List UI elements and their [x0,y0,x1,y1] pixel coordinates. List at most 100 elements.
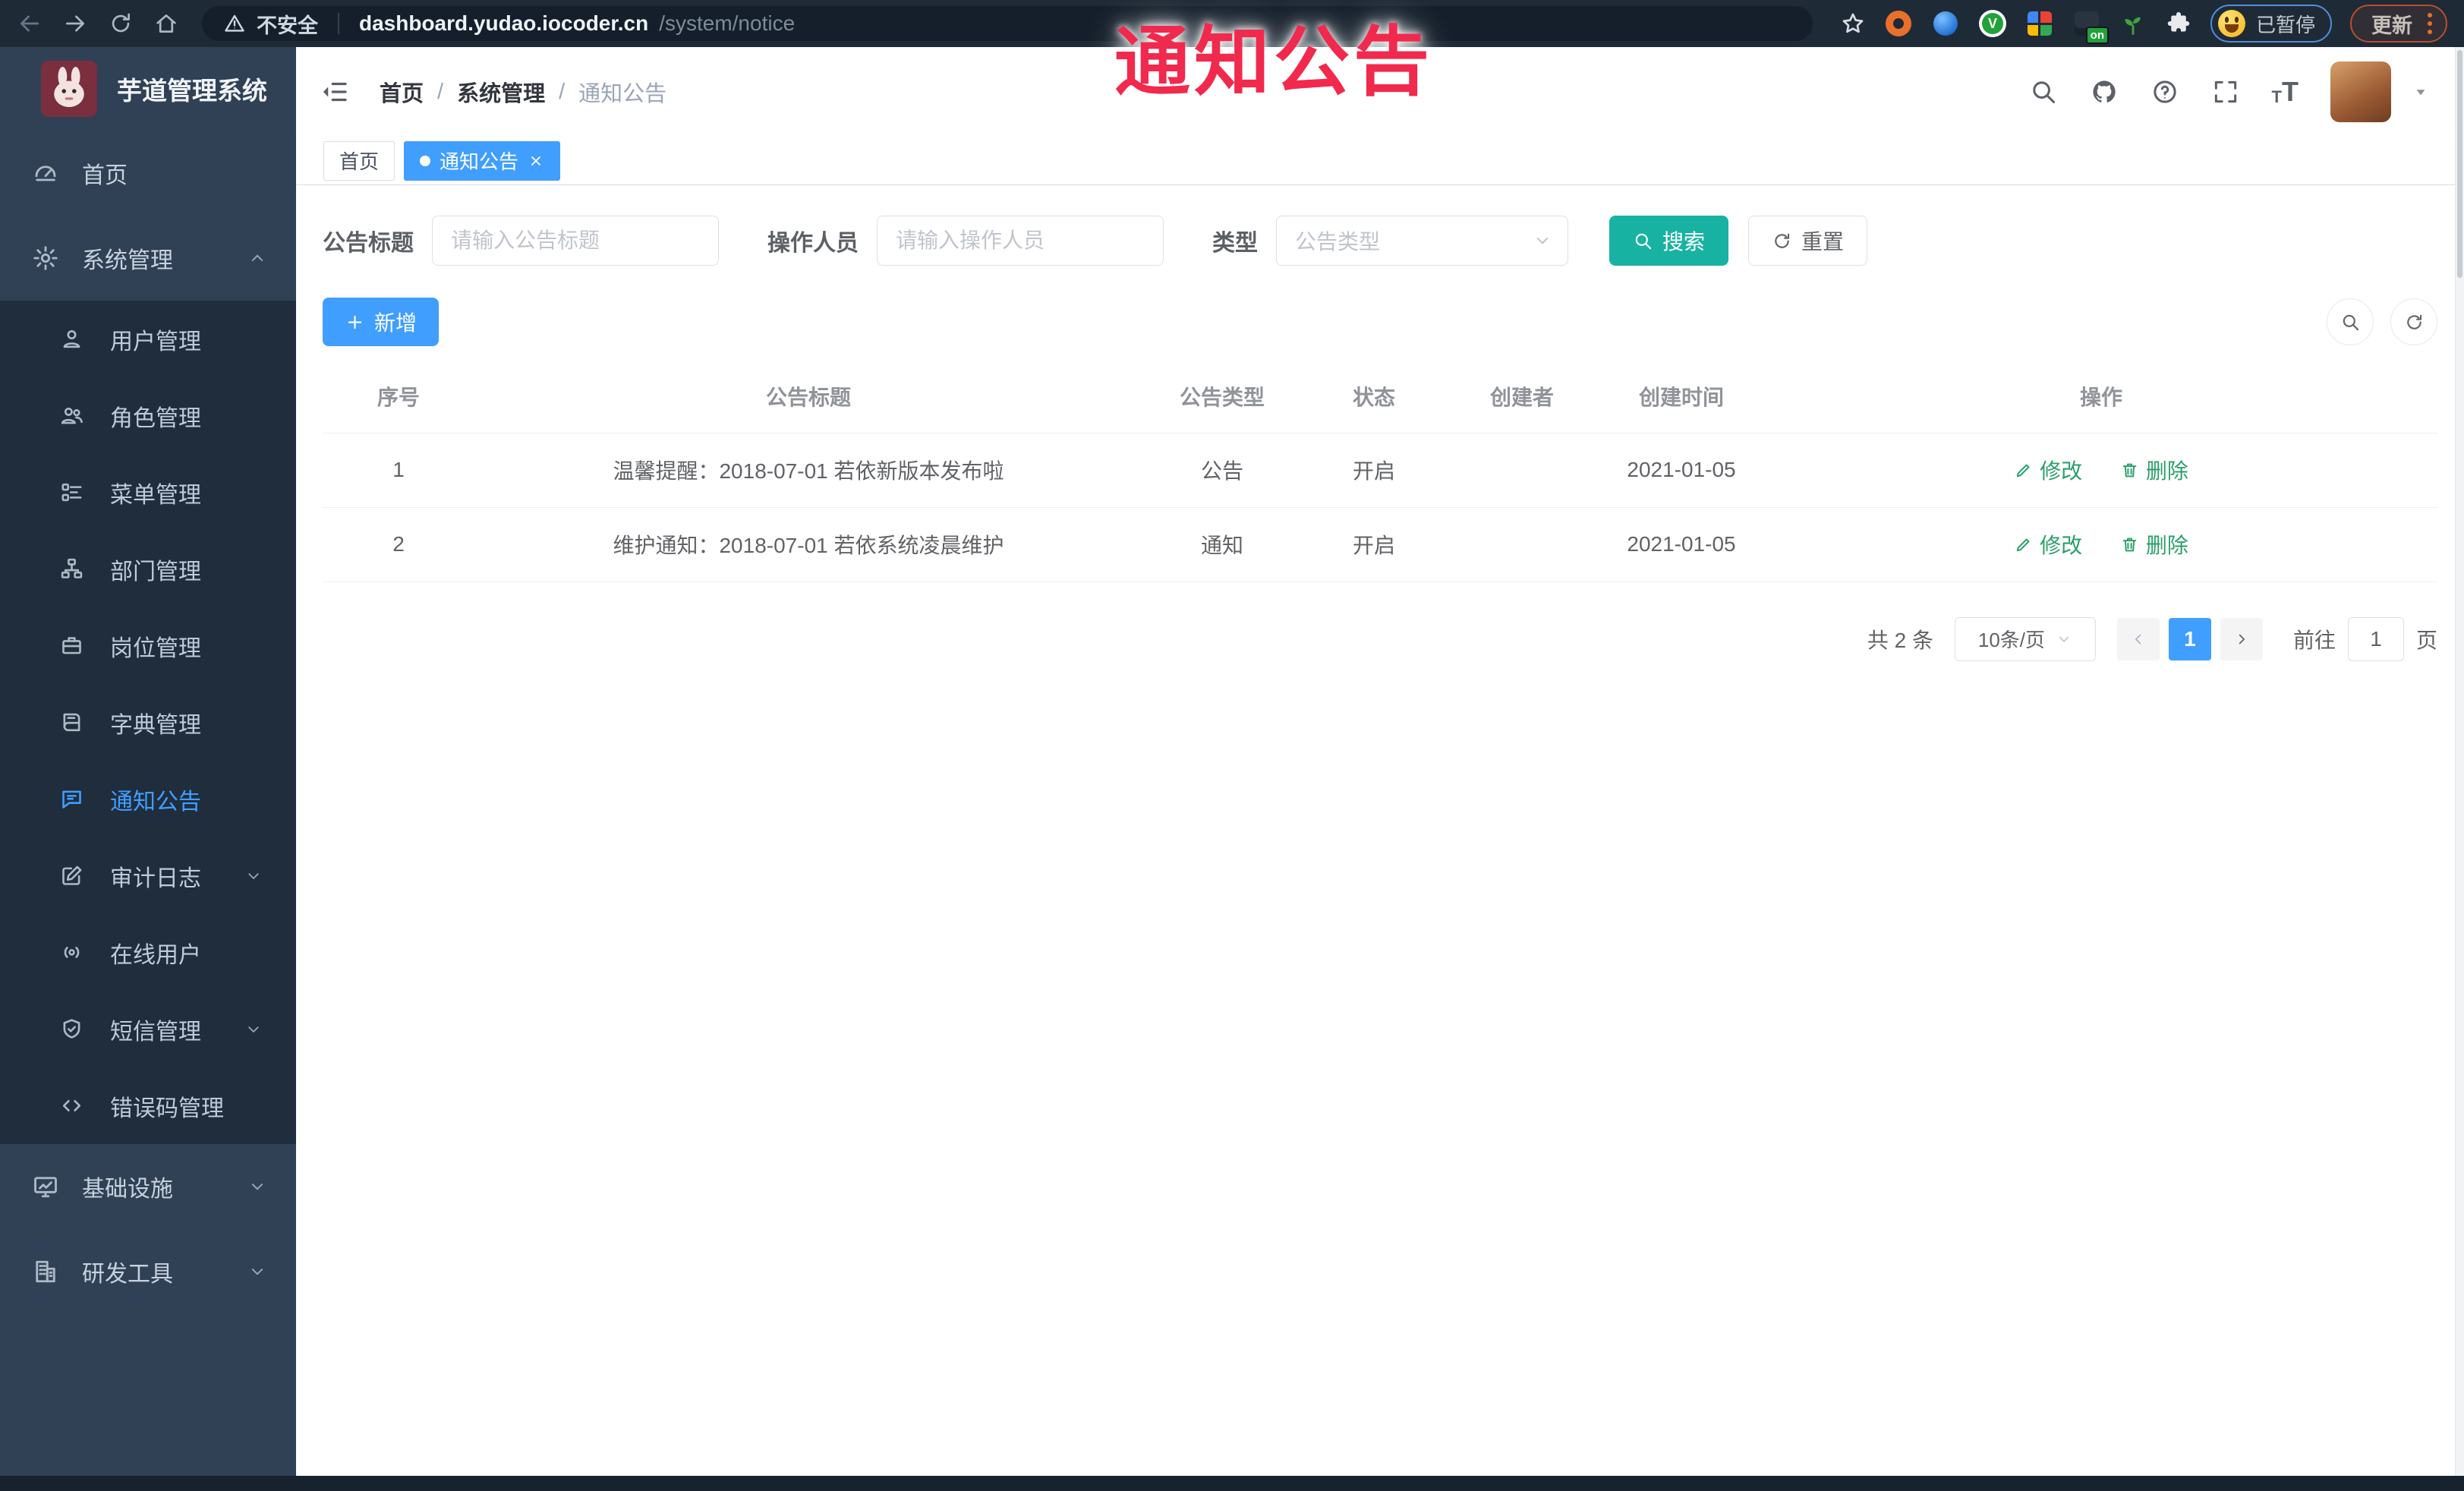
sub-item-label: 部门管理 [110,559,201,585]
help-icon[interactable] [2150,77,2179,106]
sidebar-item-sms[interactable]: 短信管理 [0,991,296,1067]
table-row: 2 维护通知：2018-07-01 若依系统凌晨维护 通知 开启 2021-01… [323,507,2437,582]
filter-operator-group: 操作人员 [767,216,1164,266]
notice-table: 序号 公告标题 公告类型 状态 创建者 创建时间 操作 1 温馨提醒：2018-… [323,360,2437,582]
home-icon[interactable] [153,11,179,36]
sms-shield-icon [59,1017,84,1042]
tab-notice-active[interactable]: 通知公告 [404,140,561,181]
caret-down-icon[interactable] [2411,82,2431,102]
extension-blue-icon[interactable] [1931,9,1960,38]
toggle-search-button[interactable] [2327,298,2374,345]
address-bar[interactable]: 不安全 dashboard.yudao.iocoder.cn/system/no… [202,6,1813,41]
logo-rabbit-image [41,61,97,117]
sidebar-item-devtools[interactable]: 研发工具 [0,1229,296,1314]
sub-item-label: 审计日志 [110,865,201,891]
sidebar-item-users[interactable]: 用户管理 [0,301,296,377]
current-page-button[interactable]: 1 [2168,617,2211,660]
search-icon [2340,312,2361,333]
reload-icon[interactable] [108,11,134,36]
reset-refresh-icon [1772,231,1792,251]
delete-link[interactable]: 删除 [2120,529,2188,560]
col-actions: 操作 [1765,360,2437,433]
bookmark-star-icon[interactable] [1840,11,1866,36]
hamburger-fold-icon[interactable] [319,76,351,108]
edit-link[interactable]: 修改 [2014,529,2082,560]
github-icon[interactable] [2090,77,2119,106]
sidebar-item-system[interactable]: 系统管理 [0,216,296,301]
sidebar-item-online-users[interactable]: 在线用户 [0,914,296,991]
operator-input[interactable] [877,216,1164,266]
cell-title: 维护通知：2018-07-01 若依系统凌晨维护 [474,507,1142,582]
next-page-button[interactable] [2220,617,2263,660]
extension-orange-icon[interactable] [1884,9,1913,38]
browser-menu-icon[interactable] [2428,13,2432,34]
tab-home[interactable]: 首页 [323,140,395,181]
sidebar-item-label: 研发工具 [82,1262,173,1287]
breadcrumb-home[interactable]: 首页 [380,76,424,108]
browser-update-button[interactable]: 更新 [2350,5,2447,43]
sidebar-item-error-codes[interactable]: 错误码管理 [0,1067,296,1144]
notice-title-input[interactable] [432,216,719,266]
sidebar-item-label: 系统管理 [82,248,173,273]
sidebar-logo[interactable]: 芋道管理系统 [0,47,296,131]
cell-actions: 修改 删除 [1765,433,2437,508]
tags-view-bar: 首页 通知公告 [296,137,2464,185]
scrollbar-thumb[interactable] [2457,50,2462,278]
search-button[interactable]: 搜索 [1609,216,1729,266]
security-warning-icon[interactable] [223,12,246,35]
sidebar-item-depts[interactable]: 部门管理 [0,531,296,607]
search-icon [1633,231,1653,251]
system-submenu: 用户管理 角色管理 菜单管理 部门管理 岗位管理 字典管理 通知公告 审计日志 … [0,301,296,1144]
extension-grid-icon[interactable] [2025,9,2054,38]
cell-status: 开启 [1302,507,1446,582]
goto-page-input[interactable] [2347,616,2404,661]
extension-dark-icon[interactable]: on [2072,9,2109,44]
page-size-select[interactable]: 10条/页 [1954,616,2096,661]
dict-book-icon [59,710,84,735]
refresh-button[interactable] [2390,298,2437,345]
fullscreen-icon[interactable] [2211,77,2240,106]
sidebar-item-audit-log[interactable]: 审计日志 [0,837,296,914]
extensions-puzzle-icon[interactable] [2165,10,2192,37]
url-host: dashboard.yudao.iocoder.cn [359,11,649,35]
app-frame: 芋道管理系统 首页 系统管理 用户管理 角色管理 菜单管理 部门管理 岗位管理 … [0,47,2464,1476]
back-icon[interactable] [17,11,43,36]
breadcrumb-separator: / [437,79,444,104]
notice-chat-icon [59,786,84,812]
edit-link[interactable]: 修改 [2014,455,2082,485]
menu-tree-icon [59,480,84,505]
close-icon[interactable] [528,153,544,169]
cell-index: 1 [323,433,474,508]
sidebar-item-infrastructure[interactable]: 基础设施 [0,1144,296,1229]
chevron-down-icon [244,1020,263,1039]
sidebar-item-dict[interactable]: 字典管理 [0,684,296,761]
extension-green-check-icon[interactable]: V [1978,9,2007,38]
user-avatar[interactable] [2330,61,2391,122]
notice-type-select[interactable]: 公告类型 [1276,216,1568,266]
add-button-label: 新增 [374,311,417,335]
edit-pencil-icon [2014,461,2033,480]
forward-icon[interactable] [62,11,88,36]
sub-item-label: 字典管理 [110,712,201,738]
browser-profile-chip[interactable]: 已暂停 [2210,5,2332,43]
table-toolbar: 新增 [323,298,2437,346]
sidebar-item-menus[interactable]: 菜单管理 [0,454,296,531]
font-size-icon[interactable]: TT [2272,78,2299,106]
prev-page-button[interactable] [2116,617,2160,660]
sidebar-item-home[interactable]: 首页 [0,131,296,216]
cell-created: 2021-01-05 [1598,507,1765,582]
sidebar-item-posts[interactable]: 岗位管理 [0,607,296,684]
chevron-right-icon [2233,631,2250,648]
add-button[interactable]: 新增 [323,298,440,346]
app-title: 芋道管理系统 [117,77,267,105]
page-scrollbar[interactable] [2455,47,2464,1476]
chevron-left-icon [2130,631,2147,648]
reset-button[interactable]: 重置 [1748,216,1868,266]
extension-sprout-icon[interactable] [2119,10,2147,37]
delete-link[interactable]: 删除 [2120,455,2188,485]
search-icon[interactable] [2029,77,2058,106]
sidebar-item-roles[interactable]: 角色管理 [0,377,296,454]
notice-title-label: 公告标题 [323,231,414,256]
sidebar-item-notice[interactable]: 通知公告 [0,761,296,837]
breadcrumb-system[interactable]: 系统管理 [457,76,545,108]
